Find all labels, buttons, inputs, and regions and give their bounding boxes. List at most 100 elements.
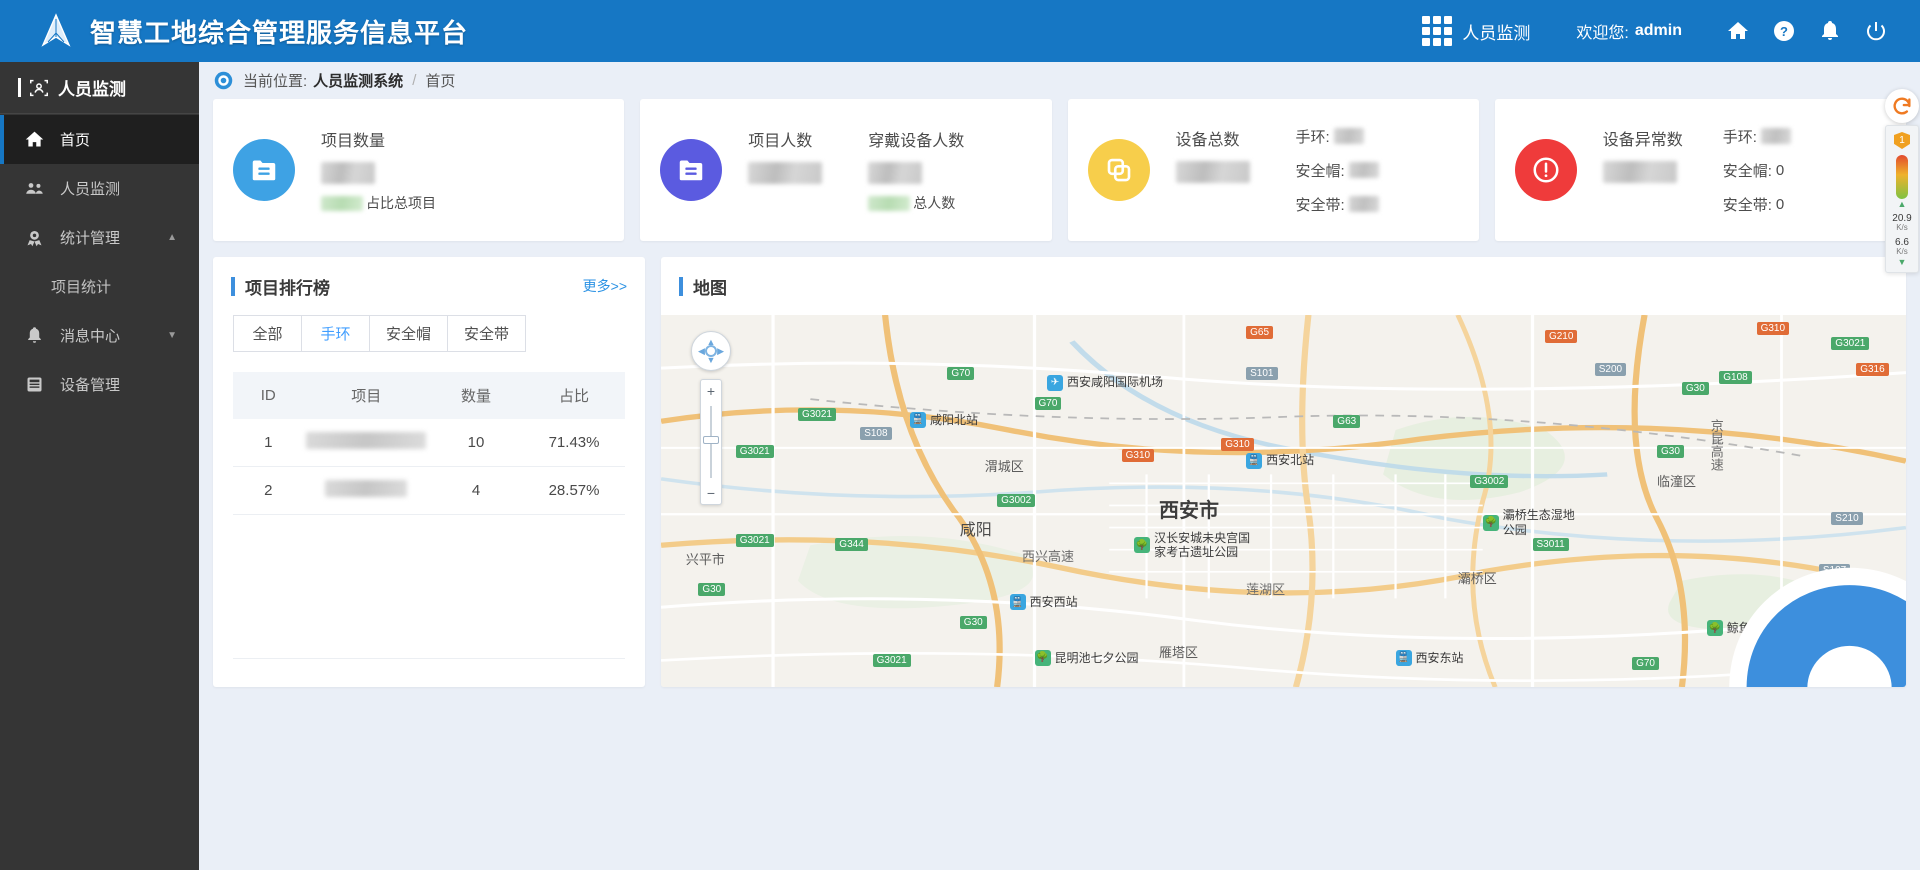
table-row[interactable]: 1 10 71.43% (233, 419, 625, 467)
sidebar-item-project-statistics[interactable]: 项目统计 (0, 262, 199, 311)
card-project-personnel: 项目人数 穿戴设备人数 总人数 (640, 99, 1052, 241)
map-zoom-control[interactable]: + − (700, 379, 722, 505)
cell-id: 1 (233, 419, 304, 467)
pan-left-icon[interactable]: ◀ (698, 346, 705, 357)
home-icon[interactable] (1726, 19, 1750, 43)
road-shield: G310 (1221, 437, 1254, 451)
percent-redacted (868, 195, 911, 211)
map-poi[interactable]: 🌳 汉长安城未央宫国家考古遗址公园 (1134, 531, 1254, 560)
network-widget-body[interactable]: 1 ▲ 20.9 K/s 6.6 K/s ▼ (1885, 125, 1919, 273)
folder-icon (233, 139, 295, 201)
map-poi[interactable]: ✈ 西安咸阳国际机场 (1046, 374, 1163, 391)
map-poi[interactable]: 🚆 咸阳北站 (910, 411, 978, 428)
zoom-out-button[interactable]: − (701, 482, 721, 504)
app-root: 智慧工地综合管理服务信息平台 人员监测 欢迎您: admin ? 人员监测 首页… (0, 0, 1920, 870)
metric-value-redacted (1602, 160, 1677, 183)
zoom-in-button[interactable]: + (701, 380, 721, 402)
device-icon (27, 377, 42, 392)
pan-up-icon[interactable]: ▲ (707, 337, 716, 347)
sidebar-item-message-center[interactable]: 消息中心 ▼ (0, 311, 199, 360)
road-shield: G3002 (1470, 474, 1509, 488)
card-body: 项目人数 穿戴设备人数 总人数 (748, 127, 964, 213)
logo-area: 智慧工地综合管理服务信息平台 (0, 11, 468, 51)
tab-all[interactable]: 全部 (233, 315, 302, 352)
module-switcher[interactable]: 人员监测 (1422, 16, 1530, 46)
more-link[interactable]: 更多>> (583, 276, 627, 296)
kv-row: 安全带: (1296, 194, 1379, 215)
road-shield: G3002 (997, 493, 1036, 507)
tab-helmet[interactable]: 安全帽 (369, 315, 449, 352)
map-poi[interactable]: 🌳 灞桥生态湿地公园 (1482, 508, 1577, 537)
road-shield: G108 (1719, 370, 1752, 384)
kv-key: 手环: (1722, 128, 1757, 146)
chevron-up-icon[interactable]: ▲ (167, 232, 177, 243)
table-row[interactable]: 2 4 28.57% (233, 466, 625, 515)
upload-rate: 20.9 K/s (1892, 213, 1911, 233)
map-road-label: 西兴高速 (1022, 548, 1075, 564)
kv-row: 安全帽: 0 (1723, 160, 1791, 181)
zoom-slider-knob[interactable] (703, 436, 719, 444)
module-label: 人员监测 (1462, 23, 1531, 43)
panels-row: 项目排行榜 更多>> 全部 手环 安全帽 安全带 ID 项目 数量 占比 1 1… (199, 241, 1920, 687)
tab-wristband[interactable]: 手环 (301, 315, 370, 352)
download-rate-unit: K/s (1896, 246, 1908, 256)
kv-value: 0 (1775, 161, 1785, 179)
train-icon: 🚆 (1009, 594, 1026, 610)
metric-title: 穿戴设备人数 (868, 133, 965, 150)
park-icon: 🌳 (1134, 537, 1151, 554)
road-shield: G3021 (735, 534, 774, 548)
network-monitor-widget[interactable]: 1 ▲ 20.9 K/s 6.6 K/s ▼ (1884, 89, 1920, 273)
col-count: 数量 (428, 372, 524, 419)
bell-icon[interactable] (1818, 19, 1842, 43)
card-body: 设备异常数 手环: 安全帽: 0 安全带: 0 (1602, 126, 1791, 215)
kv-row: 手环: (1723, 126, 1791, 147)
abnormal-breakdown: 手环: 安全帽: 0 安全带: 0 (1723, 126, 1791, 215)
pan-down-icon[interactable]: ▼ (707, 355, 716, 365)
map-location-marker[interactable] (1227, 564, 1906, 687)
alert-icon (1514, 139, 1577, 201)
pan-right-icon[interactable]: ▶ (717, 346, 724, 357)
sidebar-item-home[interactable]: 首页 (0, 115, 199, 164)
metric-subtext: 总人数 (868, 193, 964, 213)
project-ranking-panel: 项目排行榜 更多>> 全部 手环 安全帽 安全带 ID 项目 数量 占比 1 1… (213, 257, 645, 687)
train-icon: 🚆 (1246, 452, 1263, 469)
sidebar-item-statistics[interactable]: 统计管理 ▲ (0, 213, 199, 262)
cell-percent: 28.57% (523, 466, 625, 515)
card-device-abnormal: 设备异常数 手环: 安全帽: 0 安全带: 0 (1494, 99, 1906, 241)
network-refresh-icon[interactable] (1885, 89, 1919, 123)
grid-apps-icon[interactable] (1422, 16, 1453, 46)
sidebar-item-label: 人员监测 (60, 181, 121, 198)
header-actions: 人员监测 欢迎您: admin ? (1422, 16, 1920, 46)
road-shield: G344 (835, 538, 868, 552)
sidebar-item-label: 首页 (60, 132, 91, 149)
map-district-label: 雁塔区 (1159, 645, 1199, 661)
road-shield: G316 (1856, 363, 1889, 377)
chevron-down-icon[interactable]: ▼ (167, 330, 177, 341)
breadcrumb-system[interactable]: 人员监测系统 (313, 70, 403, 91)
help-icon[interactable]: ? (1772, 19, 1796, 43)
upload-arrow-icon: ▲ (1897, 199, 1907, 209)
map-canvas[interactable]: ▲ ▼ ◀ ▶ + − 西安市 咸阳 渭城区 兴平市 临潼区 灞桥区 雁塔区 莲… (661, 315, 1906, 687)
metric-value-redacted (748, 162, 823, 184)
map-controls[interactable]: ▲ ▼ ◀ ▶ + − (691, 331, 731, 505)
road-shield: G210 (1544, 329, 1578, 343)
kv-value-redacted (1760, 128, 1791, 144)
road-shield: G30 (1681, 381, 1709, 395)
sidebar-item-device-management[interactable]: 设备管理 (0, 360, 199, 409)
tab-safety-belt[interactable]: 安全带 (447, 315, 527, 352)
sidebar-item-personnel[interactable]: 人员监测 (0, 164, 199, 213)
app-header: 智慧工地综合管理服务信息平台 人员监测 欢迎您: admin ? (0, 0, 1920, 62)
power-icon[interactable] (1864, 19, 1888, 43)
map-poi[interactable]: 🚆 西安西站 (1009, 594, 1078, 610)
map-poi[interactable]: 🌳 昆明池七夕公园 (1034, 649, 1139, 666)
metric-subtext: 占比总项目 (321, 193, 436, 213)
map-pan-control[interactable]: ▲ ▼ ◀ ▶ (691, 331, 731, 371)
cell-project (303, 419, 429, 467)
map-poi[interactable]: 🚆 西安北站 (1246, 452, 1314, 469)
download-arrow-icon: ▼ (1897, 256, 1907, 267)
network-gauge (1896, 155, 1908, 199)
kv-key: 手环: (1295, 128, 1330, 146)
breadcrumb-separator: / (412, 72, 417, 89)
zoom-slider-track[interactable] (701, 402, 721, 482)
road-shield: G30 (959, 616, 987, 630)
